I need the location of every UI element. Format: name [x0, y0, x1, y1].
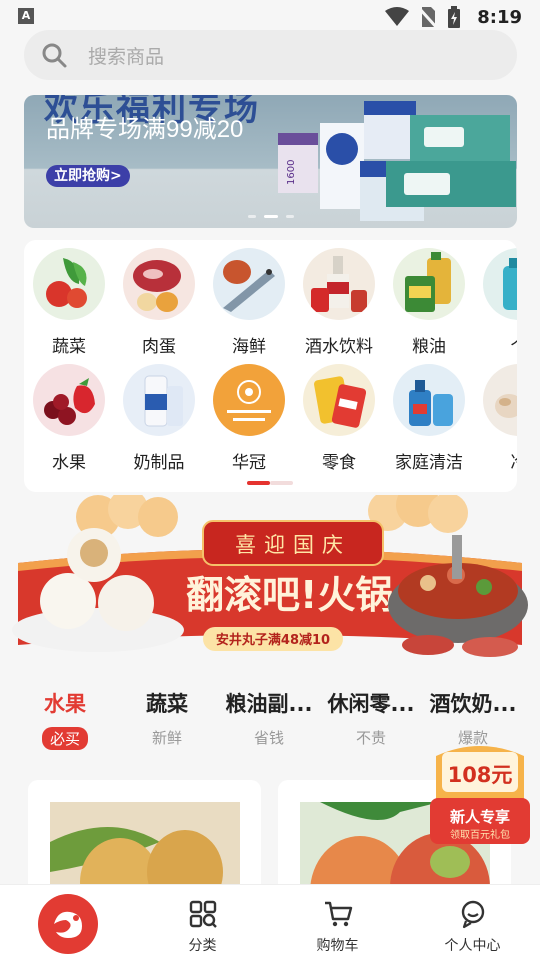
tissue-products-image: 1600: [278, 101, 516, 221]
category-frozen[interactable]: 冷: [474, 364, 517, 473]
tab-drinks[interactable]: 酒饮奶... 爆款: [423, 688, 523, 748]
category-vegetables[interactable]: 蔬菜: [24, 248, 114, 357]
cleaning-icon: [393, 364, 465, 436]
tab-snacks[interactable]: 休闲零... 不贵: [321, 688, 421, 748]
app-notification-icon: A: [18, 8, 34, 24]
nav-label: 购物车: [316, 938, 359, 954]
vegetables-icon: [33, 248, 105, 320]
promo-header: 喜迎国庆: [235, 533, 351, 557]
category-snacks[interactable]: 零食: [294, 364, 384, 473]
category-label: 个: [474, 332, 518, 357]
promo-title: 翻滚吧!火锅: [186, 573, 393, 617]
tab-subtitle: 必买: [41, 727, 88, 750]
tab-title: 粮油副...: [225, 692, 313, 716]
category-grid-icon: [189, 900, 217, 928]
tab-grain-oil[interactable]: 粮油副... 省钱: [219, 688, 319, 748]
dairy-icon: [123, 364, 195, 436]
category-scroll-indicator: [247, 481, 293, 485]
category-label: 酒水饮料: [305, 337, 373, 357]
nav-label: 个人中心: [444, 938, 501, 954]
drinks-icon: [303, 248, 375, 320]
fruit-icon: [33, 364, 105, 436]
home-logo-icon: [38, 894, 98, 954]
tab-fruit[interactable]: 水果 必买: [15, 688, 115, 750]
banner-dot: [285, 215, 294, 218]
hero-banner[interactable]: 欢乐福利专场 品牌专场满99减20 立即抢购> 1600: [24, 95, 517, 228]
wifi-icon: [385, 7, 410, 26]
personal-care-icon: [483, 248, 517, 320]
profile-icon: [461, 900, 484, 929]
search-placeholder: 搜索商品: [88, 45, 165, 68]
tab-subtitle: 不贵: [355, 729, 386, 747]
tab-title: 休闲零...: [327, 692, 415, 716]
banner-buy-now-button[interactable]: 立即抢购>: [46, 165, 130, 187]
category-seafood[interactable]: 海鲜: [204, 248, 294, 357]
category-label: 粮油: [412, 337, 446, 357]
nav-profile[interactable]: 个人中心: [405, 885, 540, 960]
category-label: 家庭清洁: [395, 453, 463, 473]
category-fruit[interactable]: 水果: [24, 364, 114, 473]
grain-oil-icon: [393, 248, 465, 320]
banner-pagination: [24, 215, 517, 218]
category-dairy[interactable]: 奶制品: [114, 364, 204, 473]
huaguan-logo-icon: [213, 364, 285, 436]
category-label: 肉蛋: [142, 337, 176, 357]
tab-vegetables[interactable]: 蔬菜 新鲜: [117, 688, 217, 748]
tab-subtitle: 新鲜: [151, 729, 182, 747]
product-badge-text: 1600: [286, 160, 297, 185]
indicator-track: [270, 481, 293, 485]
banner-dot-active: [263, 215, 278, 218]
nav-category[interactable]: 分类: [135, 885, 270, 960]
category-label: 零食: [322, 453, 356, 473]
bottom-navigation: 分类 购物车 个人中心: [0, 884, 540, 960]
category-huaguan[interactable]: 华冠: [204, 364, 294, 473]
tab-title: 酒饮奶...: [429, 692, 517, 716]
snacks-icon: [303, 364, 375, 436]
category-drinks[interactable]: 酒水饮料: [294, 248, 384, 357]
category-meat-egg[interactable]: 肉蛋: [114, 248, 204, 357]
status-icons: 8:19: [385, 6, 522, 28]
category-label: 水果: [52, 453, 86, 473]
nav-home[interactable]: [0, 885, 135, 960]
indicator-active: [247, 481, 270, 485]
category-label: 奶制品: [133, 453, 185, 473]
banner-dot: [247, 215, 256, 218]
category-grid: 蔬菜 肉蛋 海鲜 酒水饮料 粮油 个 水果: [24, 240, 517, 492]
category-label: 冷: [474, 448, 518, 473]
new-user-gift-badge[interactable]: 108元 新人专享 领取百元礼包: [426, 742, 534, 846]
promo-subtitle: 安井丸子满48减10: [216, 632, 330, 648]
category-cleaning[interactable]: 家庭清洁: [384, 364, 474, 473]
status-bar: A 8:19: [0, 0, 540, 34]
gift-subtitle: 领取百元礼包: [450, 828, 510, 841]
tab-title: 水果: [44, 692, 86, 716]
search-bar[interactable]: 搜索商品: [24, 30, 517, 80]
cart-icon: [324, 901, 352, 927]
category-grain-oil[interactable]: 粮油: [384, 248, 474, 357]
clock: 8:19: [477, 6, 522, 28]
banner-headline: 品牌专场满99减20: [46, 116, 244, 143]
category-label: 蔬菜: [52, 337, 86, 357]
battery-charging-icon: [448, 6, 461, 28]
hotpot-promo-banner[interactable]: 喜迎国庆 翻滚吧!火锅 安井丸子满48减10: [8, 495, 532, 670]
meat-egg-icon: [123, 248, 195, 320]
nav-label: 分类: [188, 938, 217, 954]
category-personal-care[interactable]: 个: [474, 248, 517, 357]
search-icon: [42, 43, 67, 68]
nav-cart[interactable]: 购物车: [270, 885, 405, 960]
gift-amount: 108元: [448, 763, 513, 787]
gift-title: 新人专享: [450, 808, 510, 826]
tab-subtitle: 省钱: [253, 729, 284, 747]
tab-title: 蔬菜: [146, 692, 188, 716]
category-label: 华冠: [232, 453, 266, 473]
category-label: 海鲜: [232, 337, 266, 357]
no-sim-icon: [419, 6, 438, 28]
seafood-icon: [213, 248, 285, 320]
frozen-icon: [483, 364, 517, 436]
